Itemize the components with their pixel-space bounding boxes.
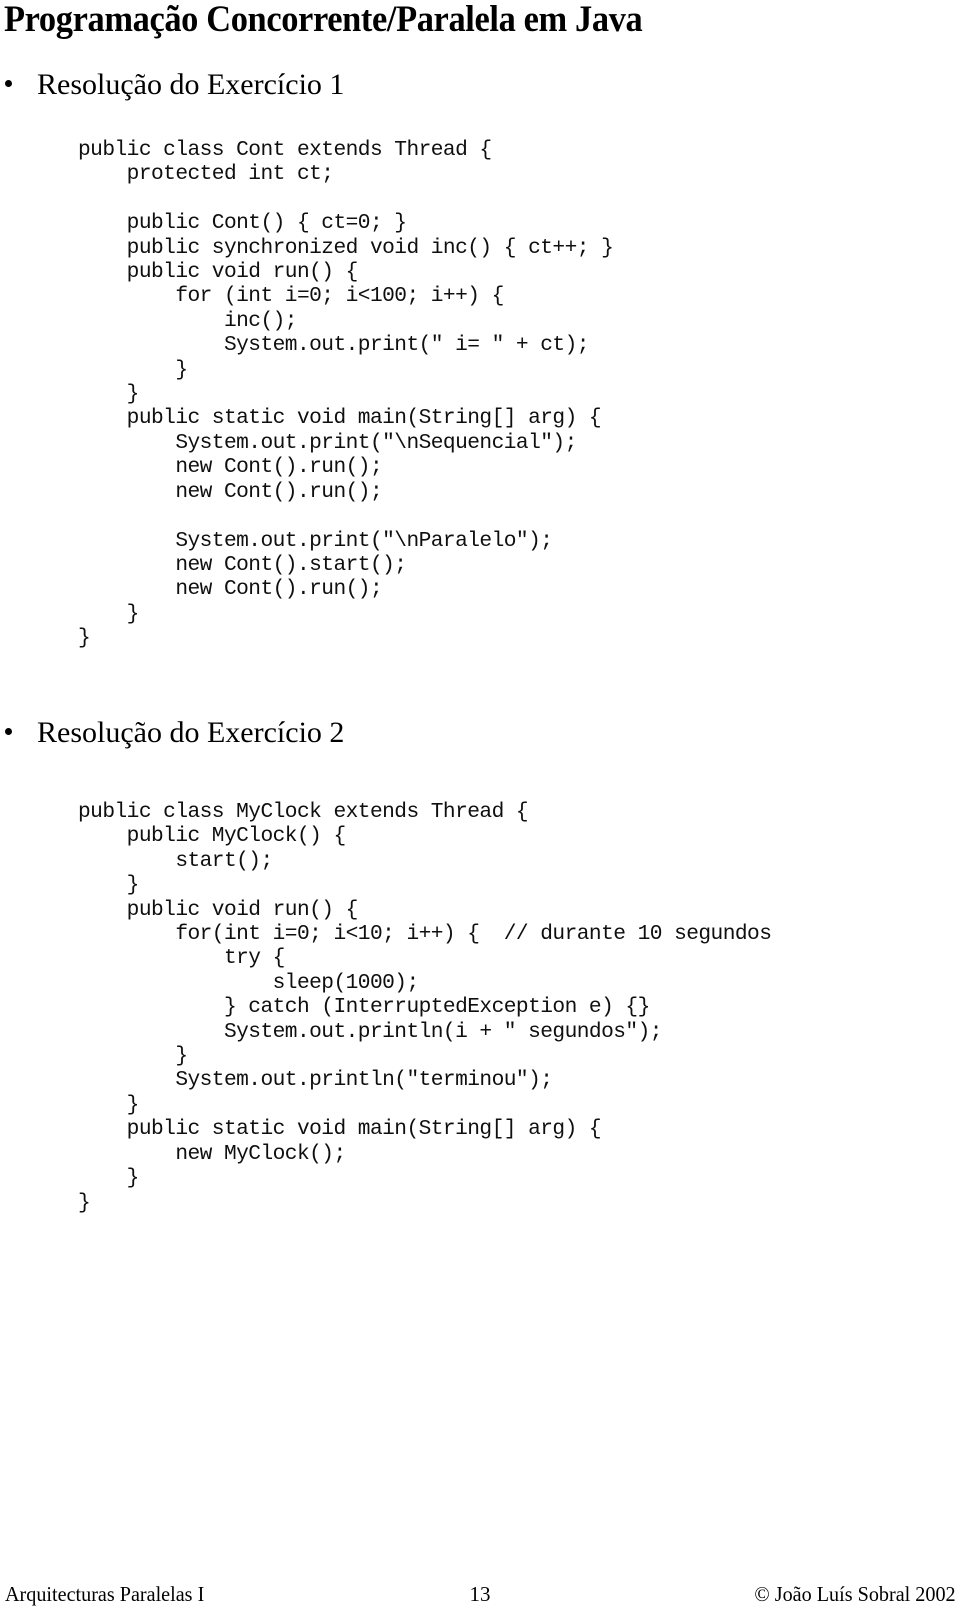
bullet-label-exercise-1: Resolução do Exercício 1 xyxy=(37,68,345,101)
bullet-label-exercise-2: Resolução do Exercício 2 xyxy=(37,716,345,749)
page-title: Programação Concorrente/Paralela em Java xyxy=(4,0,643,40)
code-block-exercise-2: public class MyClock extends Thread { pu… xyxy=(78,800,772,1215)
bullet-item-exercise-1: Resolução do Exercício 1 xyxy=(0,68,900,102)
page-footer: Arquitecturas Paralelas I 13 © João Luís… xyxy=(0,1580,960,1614)
bullet-dot-icon xyxy=(5,728,12,735)
slide-page: Programação Concorrente/Paralela em Java… xyxy=(0,0,960,1618)
code-block-exercise-1: public class Cont extends Thread { prote… xyxy=(78,138,614,651)
bullet-item-exercise-2: Resolução do Exercício 2 xyxy=(0,716,900,750)
bullet-dot-icon xyxy=(5,80,12,87)
footer-copyright: © João Luís Sobral 2002 xyxy=(754,1582,956,1606)
